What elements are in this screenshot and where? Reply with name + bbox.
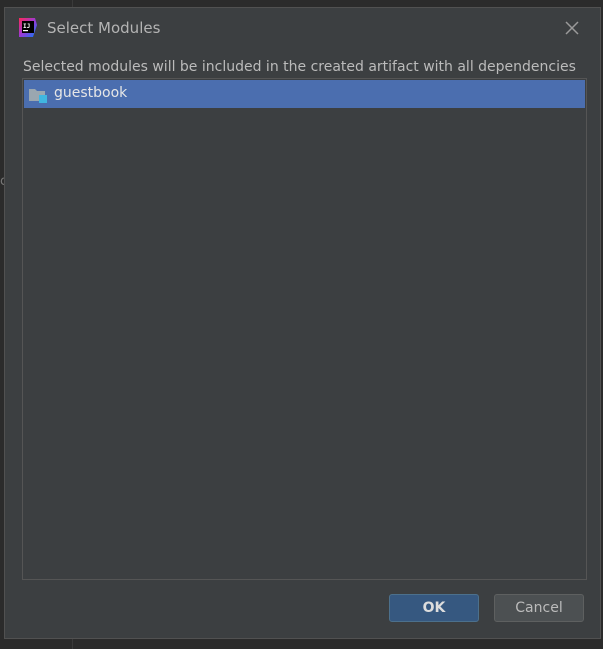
dialog-title: Select Modules (47, 19, 161, 37)
dialog-description: Selected modules will be included in the… (23, 59, 576, 75)
module-folder-icon (28, 86, 48, 104)
cancel-button[interactable]: Cancel (494, 594, 584, 622)
select-modules-dialog: IJ Select Modules Selected modules will … (4, 7, 601, 639)
dialog-titlebar[interactable]: IJ Select Modules (5, 8, 600, 50)
close-icon[interactable] (561, 17, 583, 39)
svg-text:IJ: IJ (23, 23, 30, 30)
module-list[interactable]: guestbook (22, 78, 587, 580)
ok-button[interactable]: OK (389, 594, 479, 622)
module-label: guestbook (54, 85, 128, 101)
module-list-item[interactable]: guestbook (24, 80, 585, 108)
intellij-idea-icon: IJ (17, 17, 38, 38)
